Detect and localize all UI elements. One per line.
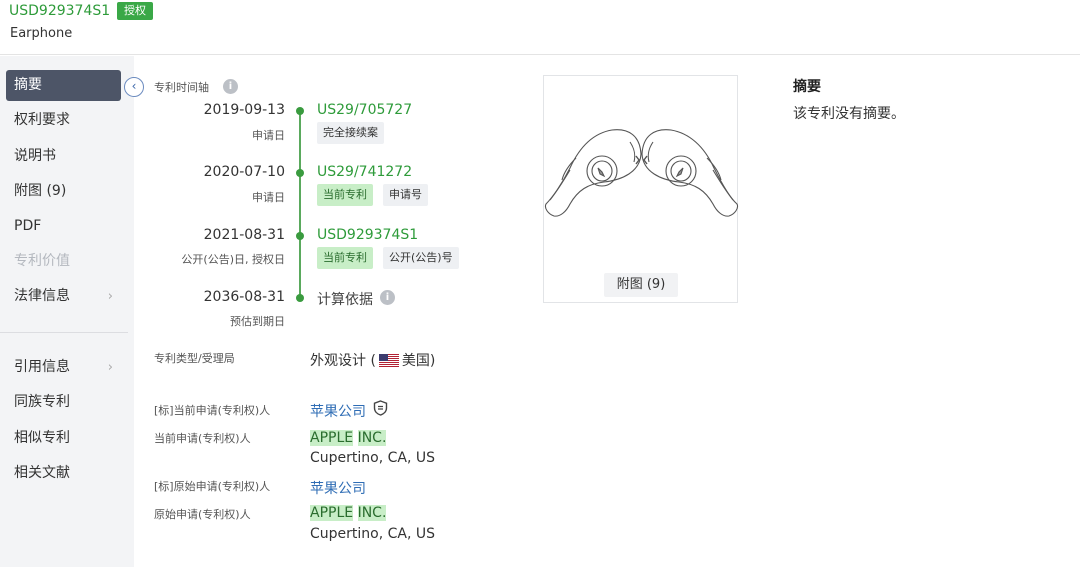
timeline-tag-current: 当前专利 [317,184,373,206]
sidebar-item-label: 相似专利 [14,430,70,446]
chevron-right-icon: › [107,289,113,304]
original-assignee-name: APPLE INC. [310,505,387,521]
sidebar-item-pdf[interactable]: PDF [6,211,121,242]
current-assignee-label: 当前申请(专利权)人 [154,432,251,445]
sidebar-item-legal-info[interactable]: 法律信息 › [6,281,121,312]
sidebar-item-label: 摘要 [14,77,42,93]
std-original-assignee-link[interactable]: 苹果公司 [310,478,366,498]
timeline-number-link[interactable]: US29/741272 [317,164,412,180]
current-assignee-address: Cupertino, CA, US [310,450,436,466]
timeline-date-type: 申请日 [252,191,285,204]
sidebar-item-figures[interactable]: 附图 (9) [6,176,121,207]
timeline-dot [296,294,304,302]
sidebar-item-label: 法律信息 [14,288,70,304]
patent-type-label: 专利类型/受理局 [154,352,235,365]
timeline-date: 2036-08-31 [203,289,285,305]
sidebar-item-abstract[interactable]: 摘要 [6,70,121,101]
timeline-date-type: 申请日 [252,129,285,142]
timeline-date: 2019-09-13 [203,102,285,118]
figure-panel[interactable]: 附图 (9) [543,75,739,303]
sidebar-divider [0,332,128,333]
std-current-assignee-link[interactable]: 苹果公司 [310,401,366,421]
timeline-tag: 申请号 [383,184,428,206]
chevron-right-icon: › [107,360,113,375]
sidebar-item-label: 同族专利 [14,394,70,410]
sidebar-item-related-docs[interactable]: 相关文献 [6,458,121,489]
sidebar-item-citations[interactable]: 引用信息 › [6,352,121,383]
sidebar-item-patent-value: 专利价值 [6,246,121,277]
timeline-tag: 公开(公告)号 [383,247,459,269]
shield-icon[interactable] [373,400,388,416]
sidebar-item-claims[interactable]: 权利要求 [6,105,121,136]
current-assignee-name: APPLE INC. [310,430,387,446]
sidebar-item-label: 权利要求 [14,112,70,128]
timeline-date-type: 公开(公告)日, 授权日 [181,253,285,266]
timeline-tag-current: 当前专利 [317,247,373,269]
sidebar-item-description[interactable]: 说明书 [6,141,121,172]
patent-type-text: 外观设计 ( [310,353,376,369]
patent-title: Earphone [10,26,73,41]
info-icon[interactable]: i [380,290,395,305]
current-assignee-name-2: INC. [357,430,387,446]
sidebar-item-similar[interactable]: 相似专利 [6,423,121,454]
collapse-sidebar-button[interactable]: ‹ [124,77,144,97]
sidebar-item-label: PDF [14,218,42,234]
sidebar-item-family[interactable]: 同族专利 [6,387,121,418]
sidebar-item-label: 附图 (9) [14,183,67,199]
status-badge: 授权 [117,2,153,20]
current-assignee-name-1: APPLE [310,430,354,446]
patent-country: 美国) [401,353,436,369]
sidebar-item-label: 引用信息 [14,359,70,375]
timeline-date: 2020-07-10 [203,164,285,180]
abstract-title: 摘要 [793,79,821,95]
calculation-basis-label: 计算依据 [317,292,373,308]
timeline-dot [296,107,304,115]
timeline-date-type: 预估到期日 [230,315,285,328]
info-icon[interactable]: i [223,79,238,94]
earphone-drawing [544,129,739,217]
timeline-dot [296,169,304,177]
patent-header: USD929374S1 授权 Earphone [0,0,1080,55]
original-assignee-name-1: APPLE [310,505,354,521]
original-assignee-label: 原始申请(专利权)人 [154,508,251,521]
sidebar-item-label: 相关文献 [14,465,70,481]
std-original-assignee-label: [标]原始申请(专利权)人 [154,480,271,493]
timeline-heading: 专利时间轴 i [154,79,238,95]
abstract-text: 该专利没有摘要。 [793,106,905,122]
patent-type-value: 外观设计 ( 美国) [310,350,435,370]
timeline-dot [296,232,304,240]
timeline-tag: 完全接续案 [317,122,384,144]
patent-id: USD929374S1 [9,3,111,19]
us-flag-icon [378,354,399,367]
timeline-number-link[interactable]: US29/705727 [317,102,412,118]
original-assignee-name-2: INC. [357,505,387,521]
sidebar-item-label: 专利价值 [14,253,70,269]
sidebar-item-label: 说明书 [14,148,56,164]
timeline-date: 2021-08-31 [203,227,285,243]
timeline-heading-label: 专利时间轴 [154,81,209,94]
timeline-line [299,111,301,299]
std-current-assignee-label: [标]当前申请(专利权)人 [154,404,271,417]
timeline-number-link[interactable]: USD929374S1 [317,227,418,243]
view-figures-button[interactable]: 附图 (9) [604,273,678,297]
original-assignee-address: Cupertino, CA, US [310,526,436,542]
